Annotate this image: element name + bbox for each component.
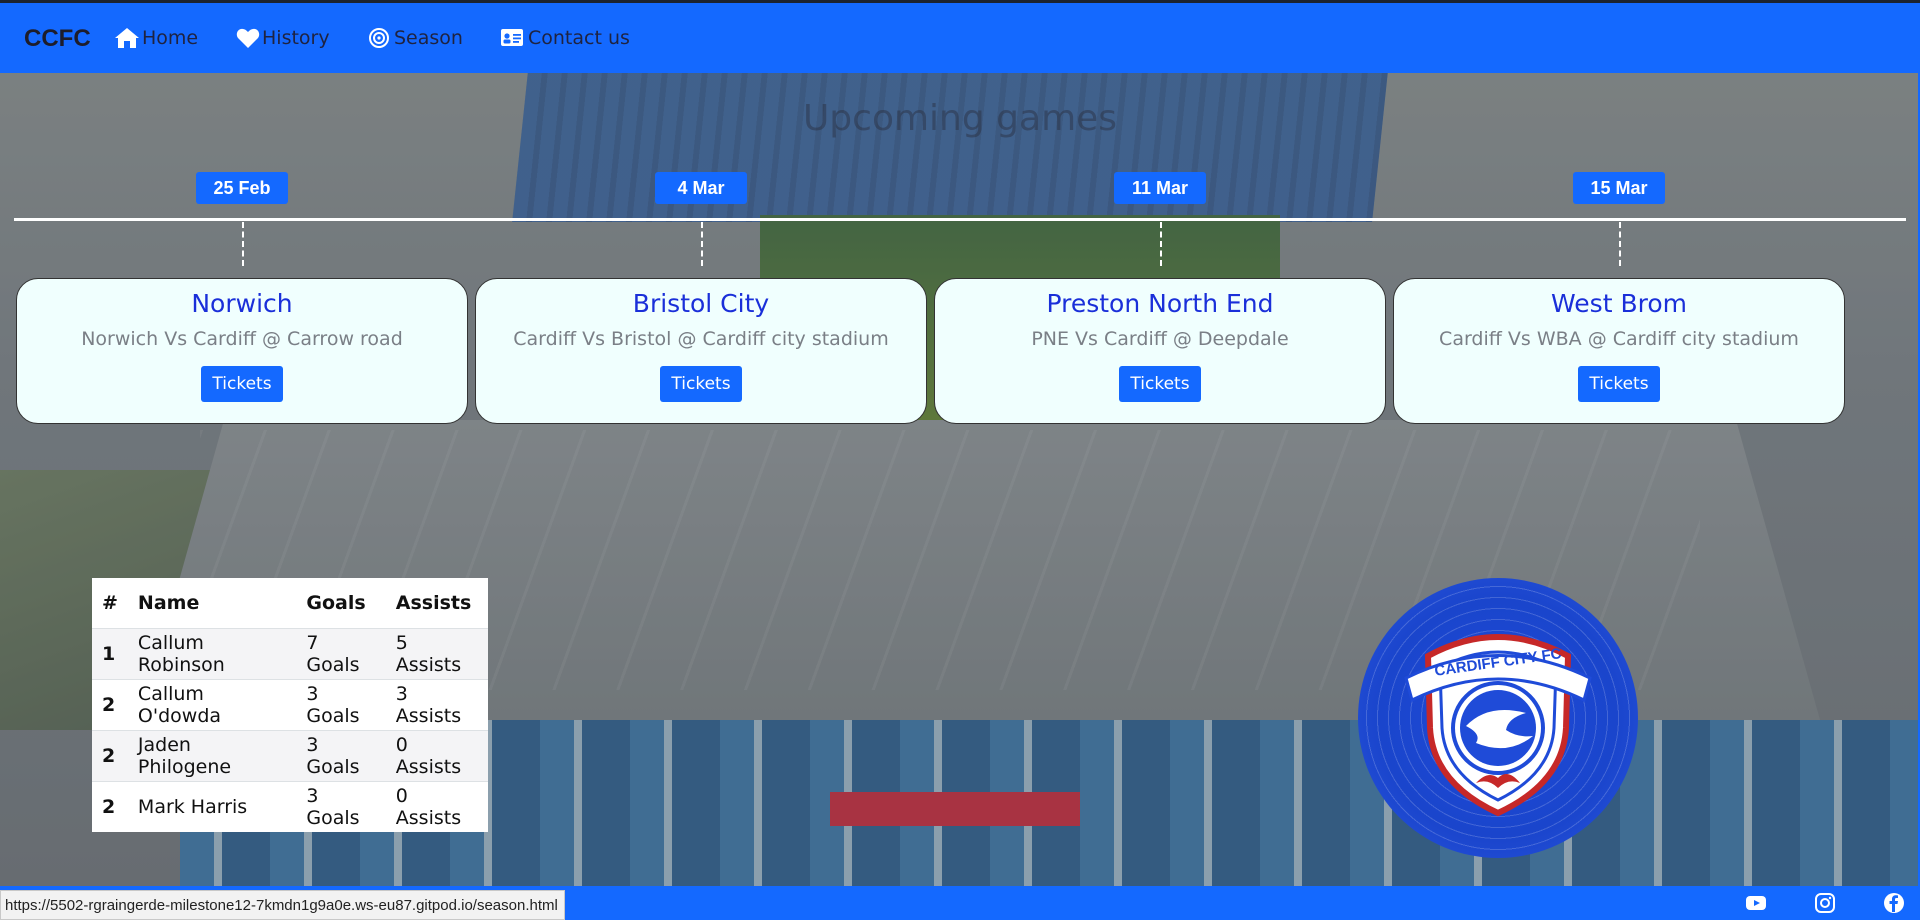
column-header-number: # [102, 592, 118, 614]
player-name-cell: Jaden Philogene [127, 730, 297, 782]
section-title: Upcoming games [802, 98, 1118, 139]
column-header-name: Name [137, 592, 200, 614]
brand-logo[interactable]: CCFC [24, 25, 91, 53]
youtube-icon[interactable] [1745, 892, 1767, 914]
fixture-card: Preston North End PNE Vs Cardiff @ Deepd… [934, 278, 1386, 424]
goals-cell: 7 Goals [296, 628, 386, 680]
player-name-cell: Callum Robinson [127, 628, 297, 680]
navbar: CCFC Home History Season Contact us [0, 0, 1920, 73]
date-badge: 4 Mar [655, 172, 747, 204]
tickets-button[interactable]: Tickets [1578, 366, 1660, 402]
top-scorers-table: # Name Goals Assists 1 Callum Robinson 7… [92, 578, 488, 832]
fixture-description: Norwich Vs Cardiff @ Carrow road [81, 328, 403, 350]
date-badge: 11 Mar [1114, 172, 1206, 204]
goals-cell: 3 Goals [296, 781, 386, 832]
rank-cell: 1 [92, 628, 128, 680]
nav-contact[interactable]: Contact us [500, 27, 630, 49]
timeline-tick [1619, 222, 1621, 266]
fixture-description: PNE Vs Cardiff @ Deepdale [1031, 328, 1289, 350]
nav-home[interactable]: Home [114, 27, 198, 49]
fixture-title: Bristol City [632, 289, 770, 318]
rank-cell: 2 [92, 679, 128, 731]
timeline-tick [242, 222, 244, 266]
goals-cell: 3 Goals [296, 679, 386, 731]
timeline-tick [1160, 222, 1162, 266]
rank-cell: 2 [92, 730, 128, 782]
contact-card-icon [501, 29, 523, 46]
assists-cell: 3 Assists [385, 679, 488, 731]
nav-history[interactable]: History [236, 27, 330, 49]
table-header-row: # Name Goals Assists [92, 578, 488, 629]
tickets-button[interactable]: Tickets [660, 366, 742, 402]
nav-season-label: Season [394, 27, 463, 49]
browser-status-url: https://5502-rgraingerde-milestone12-7km… [0, 890, 565, 920]
rank-cell: 2 [92, 781, 128, 832]
date-badge: 15 Mar [1573, 172, 1665, 204]
column-header-assists: Assists [395, 592, 472, 614]
nav-season[interactable]: Season [368, 27, 463, 49]
table-row: 1 Callum Robinson 7 Goals 5 Assists [92, 628, 488, 680]
table-row: 2 Mark Harris 3 Goals 0 Assists [92, 781, 488, 832]
fixture-title: West Brom [1551, 289, 1687, 318]
club-crest-logo: CARDIFF CITY FC [1358, 578, 1638, 858]
table-row: 2 Callum O'dowda 3 Goals 3 Assists [92, 679, 488, 731]
tickets-button[interactable]: Tickets [1119, 366, 1201, 402]
nav-home-label: Home [142, 27, 199, 49]
assists-cell: 0 Assists [385, 781, 488, 832]
goals-cell: 3 Goals [296, 730, 386, 782]
assists-cell: 5 Assists [385, 628, 488, 680]
fixture-title: Preston North End [1046, 289, 1274, 318]
instagram-icon[interactable] [1814, 892, 1836, 914]
home-icon [115, 28, 139, 48]
heart-icon [236, 28, 260, 48]
fixture-card: Bristol City Cardiff Vs Bristol @ Cardif… [475, 278, 927, 424]
timeline-line [14, 218, 1906, 221]
player-name-cell: Mark Harris [127, 781, 297, 832]
table-row: 2 Jaden Philogene 3 Goals 0 Assists [92, 730, 488, 782]
tickets-button[interactable]: Tickets [201, 366, 283, 402]
nav-history-label: History [262, 27, 330, 49]
fixture-title: Norwich [191, 289, 293, 318]
column-header-goals: Goals [306, 592, 366, 614]
fixture-description: Cardiff Vs Bristol @ Cardiff city stadiu… [513, 328, 889, 350]
fixture-description: Cardiff Vs WBA @ Cardiff city stadium [1439, 328, 1799, 350]
target-icon [369, 28, 389, 48]
facebook-icon[interactable] [1883, 892, 1905, 914]
timeline-tick [701, 222, 703, 266]
assists-cell: 0 Assists [385, 730, 488, 782]
fixture-card: West Brom Cardiff Vs WBA @ Cardiff city … [1393, 278, 1845, 424]
date-badge: 25 Feb [196, 172, 288, 204]
player-name-cell: Callum O'dowda [127, 679, 297, 731]
nav-contact-label: Contact us [528, 27, 630, 49]
fixture-card: Norwich Norwich Vs Cardiff @ Carrow road… [16, 278, 468, 424]
